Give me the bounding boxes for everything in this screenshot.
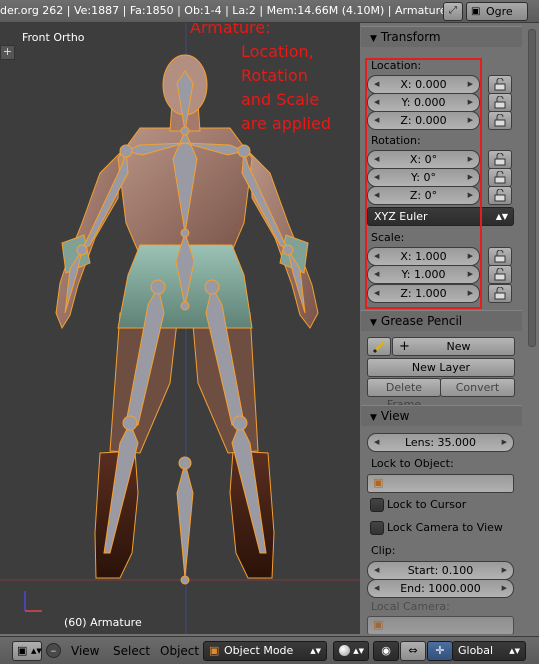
- updown-arrows-icon: ▲▼: [353, 647, 364, 655]
- expand-triangle-icon: ▼: [370, 413, 377, 423]
- panel-scrollbar[interactable]: [524, 23, 539, 634]
- 3d-viewport[interactable]: Front Ortho + (60) Armature Armature: Lo…: [0, 23, 360, 634]
- convert-button[interactable]: Convert: [440, 378, 515, 397]
- view-title-label: View: [380, 409, 410, 423]
- grease-pencil-header[interactable]: ▼ Grease Pencil: [361, 310, 522, 331]
- annotation-line: Rotation: [241, 66, 308, 85]
- mode-dropdown[interactable]: ▣ Object Mode ▲▼: [203, 641, 327, 661]
- annotation-note: Armature: Location, Rotation and Scale a…: [190, 23, 331, 136]
- pencil-icon[interactable]: [367, 337, 391, 356]
- orientation-dropdown[interactable]: Global ▲▼: [452, 641, 526, 661]
- collapse-menu-icon[interactable]: –: [46, 643, 61, 658]
- scrollbar-thumb[interactable]: [528, 29, 536, 347]
- menu-select[interactable]: Select: [113, 644, 150, 658]
- local-camera-field[interactable]: ▣: [367, 616, 514, 634]
- camera-object-icon: ▣: [373, 618, 384, 631]
- view-header[interactable]: ▼ View: [361, 405, 522, 426]
- orientation-value: Global: [458, 644, 494, 657]
- toolshelf-toggle-button[interactable]: +: [0, 45, 15, 60]
- transform-header[interactable]: ▼ Transform: [361, 26, 522, 47]
- translate-manipulator-icon[interactable]: ✛: [427, 641, 453, 661]
- clip-start-field[interactable]: ◀ Start: 0.100 ▶: [367, 561, 514, 580]
- info-header: der.org 262 | Ve:1887 | Fa:1850 | Ob:1-4…: [0, 0, 539, 23]
- viewport-header: ▣ ▲▼ – View Select Object ▣ Object Mode …: [0, 636, 539, 664]
- expand-triangle-icon: ▼: [370, 34, 377, 44]
- scene-name: Ogre: [486, 5, 513, 18]
- lens-field[interactable]: ◀ Lens: 35.000 ▶: [367, 433, 514, 452]
- grease-pencil-title: Grease Pencil: [380, 314, 463, 328]
- annotation-line: Armature:: [190, 23, 271, 37]
- shading-dropdown[interactable]: ▲▼: [333, 641, 369, 661]
- editor-type-button[interactable]: ▣ ▲▼: [12, 641, 42, 661]
- cube-icon: ▣: [373, 476, 384, 489]
- lock-object-field[interactable]: ▣: [367, 474, 514, 493]
- lock-location-x-icon[interactable]: [488, 75, 512, 94]
- plus-icon: +: [399, 339, 410, 354]
- lock-scale-x-icon[interactable]: [488, 247, 512, 266]
- annotation-line: Location,: [241, 42, 314, 61]
- lock-camera-label: Lock Camera to View: [387, 521, 503, 534]
- updown-arrows-icon: ▲▼: [509, 647, 520, 655]
- updown-arrows-icon: ▲▼: [495, 212, 508, 221]
- scene-stats: der.org 262 | Ve:1887 | Fa:1850 | Ob:1-4…: [0, 4, 447, 17]
- lock-location-y-icon[interactable]: [488, 93, 512, 112]
- menu-object[interactable]: Object: [160, 644, 199, 658]
- expand-triangle-icon: ▼: [370, 318, 377, 328]
- new-label: New: [446, 340, 471, 353]
- delete-frame-button[interactable]: Delete Frame: [367, 378, 441, 411]
- menu-view[interactable]: View: [71, 644, 99, 658]
- mode-value: Object Mode: [224, 644, 294, 657]
- clip-label: Clip:: [371, 544, 396, 557]
- pivot-point-icon[interactable]: ◉: [373, 641, 399, 661]
- annotation-highlight-box: [365, 58, 482, 309]
- lock-to-cursor-label: Lock to Cursor: [387, 498, 467, 511]
- transform-title: Transform: [380, 30, 441, 44]
- annotation-line: are applied: [241, 114, 331, 133]
- object-mode-icon: ▣: [209, 644, 220, 657]
- lock-to-cursor-checkbox[interactable]: [370, 498, 384, 512]
- lock-rotation-z-icon[interactable]: [488, 186, 512, 205]
- view-title: Front Ortho: [22, 31, 85, 44]
- lock-camera-checkbox[interactable]: [370, 521, 384, 535]
- lock-scale-z-icon[interactable]: [488, 284, 512, 303]
- scene-icon: ▣: [471, 6, 481, 17]
- axis-gizmo: [24, 591, 42, 612]
- fullscreen-icon[interactable]: ⤢: [443, 2, 463, 21]
- new-grease-pencil-button[interactable]: + New: [392, 337, 515, 356]
- updown-arrows-icon: ▲▼: [31, 647, 42, 655]
- active-object-label: (60) Armature: [64, 616, 142, 629]
- lock-rotation-y-icon[interactable]: [488, 168, 512, 187]
- updown-arrows-icon: ▲▼: [310, 647, 321, 655]
- lock-rotation-x-icon[interactable]: [488, 150, 512, 169]
- solid-shading-icon: [339, 645, 350, 656]
- lock-to-object-label: Lock to Object:: [371, 457, 454, 470]
- lock-scale-y-icon[interactable]: [488, 265, 512, 284]
- manipulator-toggle-icon[interactable]: ⇔: [400, 641, 426, 661]
- new-layer-button[interactable]: New Layer: [367, 358, 515, 377]
- clip-end-field[interactable]: ◀ End: 1000.000 ▶: [367, 579, 514, 598]
- local-camera-label: Local Camera:: [371, 600, 450, 613]
- view3d-icon: ▣: [17, 644, 28, 657]
- annotation-line: and Scale: [241, 90, 320, 109]
- lock-location-z-icon[interactable]: [488, 111, 512, 130]
- scene-selector[interactable]: ▣ Ogre: [466, 2, 528, 21]
